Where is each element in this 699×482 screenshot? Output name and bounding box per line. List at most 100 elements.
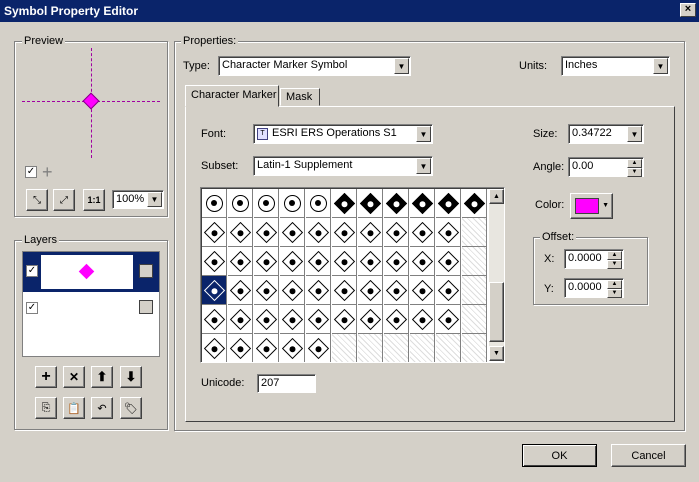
move-up-icon[interactable]: ⬆ [91,366,113,388]
actual-size-icon[interactable]: 1:1 [83,189,105,211]
ok-button[interactable]: OK [522,444,597,467]
glyph-cell[interactable] [306,218,331,247]
angle-spin[interactable]: ▲ ▼ [627,159,642,177]
character-grid[interactable]: ▲ ▼ [200,187,505,363]
glyph-cell[interactable] [306,305,331,334]
glyph-cell[interactable] [462,218,487,247]
delete-layer-icon[interactable]: ✕ [63,366,85,388]
grid-scrollbar[interactable]: ▲ ▼ [489,189,504,361]
glyph-cell[interactable] [202,305,227,334]
font-select[interactable]: T ESRI ERS Operations S1 ▼ [253,124,433,144]
glyph-cell[interactable] [332,334,357,362]
crosshair-icon[interactable]: + [42,162,53,183]
scroll-thumb[interactable] [489,282,504,342]
tag-icon[interactable]: 🏷 [120,397,142,419]
scroll-down-icon[interactable]: ▼ [489,346,504,361]
glyph-cell[interactable] [254,247,279,276]
glyph-cell[interactable] [332,247,357,276]
glyph-cell[interactable] [254,276,279,305]
glyph-cell[interactable] [462,247,487,276]
glyph-cell[interactable] [228,189,253,218]
spin-down-icon[interactable]: ▼ [627,168,642,177]
chevron-down-icon[interactable]: ▼ [653,58,668,74]
glyph-cell[interactable] [436,305,461,334]
lock-icon[interactable] [139,264,153,278]
glyph-cell[interactable] [410,218,435,247]
subset-select[interactable]: Latin-1 Supplement ▼ [253,156,433,176]
spin-up-icon[interactable]: ▲ [607,251,622,260]
units-select[interactable]: Inches ▼ [561,56,670,76]
copy-icon[interactable]: ⎘ [35,397,57,419]
chevron-down-icon[interactable]: ▼ [416,126,431,142]
reset-icon[interactable]: ↶ [91,397,113,419]
glyph-cell[interactable] [410,305,435,334]
glyph-cell[interactable] [228,247,253,276]
glyph-cell-selected[interactable] [202,276,227,305]
size-select[interactable]: 0.34722 ▼ [568,124,644,144]
move-down-icon[interactable]: ⬇ [120,366,142,388]
glyph-cell[interactable] [202,218,227,247]
glyph-cell[interactable] [332,276,357,305]
glyph-cell[interactable] [410,247,435,276]
paste-icon[interactable]: 📋 [63,397,85,419]
glyph-cell[interactable] [436,276,461,305]
type-select[interactable]: Character Marker Symbol ▼ [218,56,411,76]
glyph-cell[interactable] [384,305,409,334]
spin-up-icon[interactable]: ▲ [627,159,642,168]
angle-stepper[interactable]: 0.00 ▲ ▼ [568,157,644,177]
glyph-cell[interactable] [410,189,435,218]
glyph-cell[interactable] [280,334,305,362]
spin-down-icon[interactable]: ▼ [607,260,622,269]
layers-list[interactable]: ✓ ✓ [22,251,160,357]
glyph-cell[interactable] [280,218,305,247]
glyph-cell[interactable] [306,334,331,362]
offset-y-spin[interactable]: ▲ ▼ [607,280,622,298]
tab-mask[interactable]: Mask [280,88,320,106]
glyph-cell[interactable] [228,218,253,247]
glyph-cell[interactable] [306,247,331,276]
glyph-cell[interactable] [202,189,227,218]
zoom-select[interactable]: 100% ▼ [112,190,164,209]
glyph-cell[interactable] [280,305,305,334]
glyph-cell[interactable] [358,189,383,218]
glyph-cell[interactable] [202,247,227,276]
cancel-button[interactable]: Cancel [611,444,686,467]
glyph-cell[interactable] [254,334,279,362]
glyph-cell[interactable] [358,247,383,276]
glyph-cell[interactable] [436,334,461,362]
glyph-cell[interactable] [280,276,305,305]
layer-2-visible-checkbox[interactable]: ✓ [26,302,38,314]
offset-x-spin[interactable]: ▲ ▼ [607,251,622,269]
chevron-down-icon[interactable]: ▼ [147,192,162,207]
glyph-cell[interactable] [358,334,383,362]
glyph-cell[interactable] [384,189,409,218]
glyph-cell[interactable] [436,218,461,247]
glyph-cell[interactable] [332,305,357,334]
glyph-cell[interactable] [384,276,409,305]
scroll-up-icon[interactable]: ▲ [489,189,504,204]
glyph-cell[interactable] [358,305,383,334]
glyph-cell[interactable] [228,334,253,362]
glyph-cell[interactable] [358,276,383,305]
close-button[interactable]: × [680,3,696,17]
glyph-cell[interactable] [410,334,435,362]
glyph-cell[interactable] [332,189,357,218]
glyph-cell[interactable] [462,305,487,334]
glyph-cell[interactable] [410,276,435,305]
glyph-cell[interactable] [462,276,487,305]
glyph-cell[interactable] [436,247,461,276]
color-picker-button[interactable]: ▼ [570,193,613,219]
glyph-cell[interactable] [254,305,279,334]
glyph-cell[interactable] [358,218,383,247]
glyph-cell[interactable] [254,189,279,218]
zoom-extent-icon[interactable]: ⤢ [53,189,75,211]
layer-visible-checkbox[interactable]: ✓ [26,265,38,277]
glyph-cell[interactable] [228,276,253,305]
preview-checkbox[interactable]: ✓ [25,166,37,178]
tab-character-marker[interactable]: Character Marker [185,85,279,107]
glyph-cell[interactable] [462,189,487,218]
glyph-cell[interactable] [254,218,279,247]
glyph-cell[interactable] [306,276,331,305]
glyph-cell[interactable] [384,247,409,276]
spin-up-icon[interactable]: ▲ [607,280,622,289]
